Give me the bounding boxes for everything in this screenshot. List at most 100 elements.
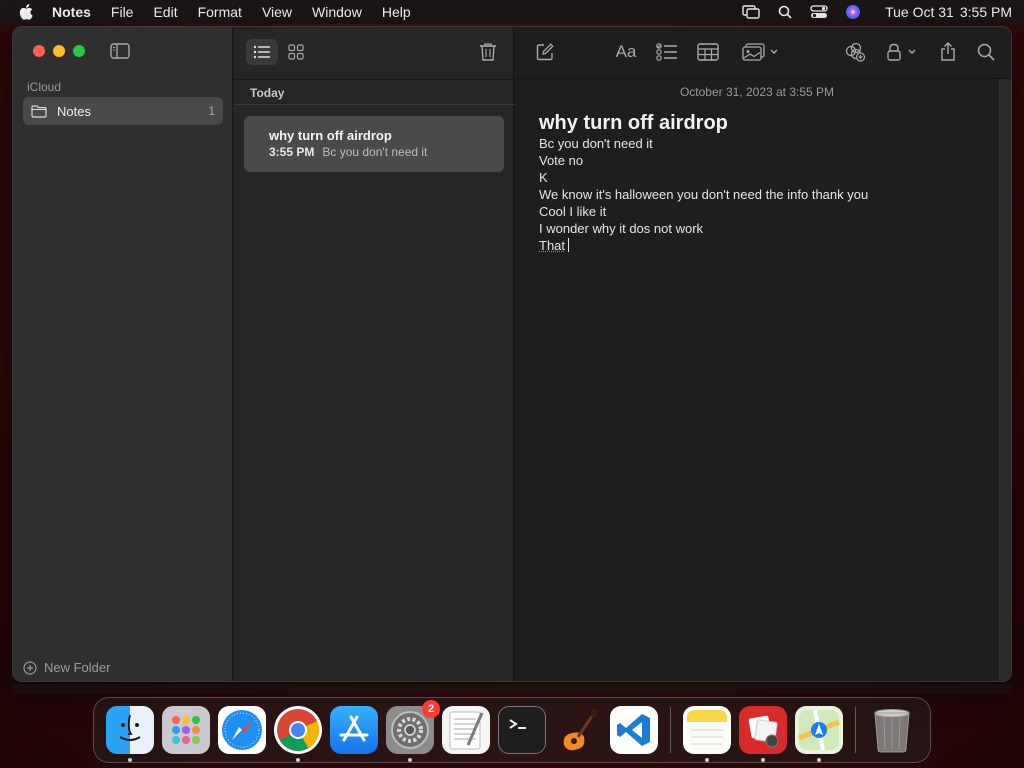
dock-launchpad[interactable] (162, 706, 210, 754)
folder-name: Notes (57, 103, 91, 119)
menu-view[interactable]: View (262, 4, 292, 20)
text-caret (568, 238, 570, 252)
menu-format[interactable]: Format (198, 4, 242, 20)
note-line-text: That (539, 238, 566, 253)
dock-terminal[interactable] (498, 706, 546, 754)
collaborate-icon (845, 42, 866, 62)
menu-clock[interactable]: Tue Oct 31 3:55 PM (879, 4, 1012, 20)
note-line: Cool I like it (539, 204, 607, 219)
running-indicator (705, 758, 709, 762)
share-button[interactable] (937, 40, 959, 64)
search-icon (977, 43, 995, 61)
siri-icon[interactable] (843, 4, 863, 20)
plus-circle-icon (23, 660, 37, 675)
dock-vscode[interactable] (610, 706, 658, 754)
dock-textedit[interactable] (442, 706, 490, 754)
note-body[interactable]: why turn off airdrop Bc you don't need i… (539, 111, 989, 254)
sidebar-folder-notes[interactable]: Notes 1 (23, 97, 223, 125)
note-date: October 31, 2023 at 3:55 PM (679, 85, 835, 99)
checklist-button[interactable] (655, 40, 679, 64)
notes-icon (687, 710, 727, 750)
zoom-window-button[interactable] (73, 45, 85, 57)
note-line-current: That (539, 237, 989, 254)
dock-finder[interactable] (106, 706, 154, 762)
menu-app-notes[interactable]: Notes (52, 4, 91, 20)
close-window-button[interactable] (33, 45, 45, 57)
table-icon (697, 43, 719, 61)
running-indicator (408, 758, 412, 762)
dock-system-settings[interactable]: 2 (386, 700, 440, 762)
menu-window[interactable]: Window (312, 4, 362, 20)
compose-icon (536, 43, 554, 61)
media-insert-button[interactable] (741, 40, 783, 64)
note-line: Vote no (539, 153, 584, 168)
app-store-icon (339, 715, 369, 742)
compose-note-button[interactable] (533, 40, 557, 64)
dock-separator (670, 707, 671, 753)
chrome-icon (277, 709, 320, 752)
note-heading: why turn off airdrop (539, 112, 728, 134)
running-indicator (761, 758, 765, 762)
vscode-icon (617, 714, 650, 746)
dock-app-store[interactable] (330, 706, 378, 754)
gallery-view-button[interactable] (280, 39, 312, 65)
menu-edit[interactable]: Edit (153, 4, 177, 20)
window-controls (33, 45, 93, 57)
note-list-section-today: Today (234, 79, 514, 105)
clock-time: 3:55 PM (959, 4, 1012, 20)
list-view-button[interactable] (246, 39, 278, 65)
note-item-preview: Bc you don't need it (322, 145, 428, 159)
menu-bar: Notes File Edit Format View Window Help … (0, 0, 1024, 24)
minimize-window-button[interactable] (53, 45, 65, 57)
new-folder-button[interactable]: New Folder (23, 660, 110, 675)
running-indicator (296, 758, 300, 762)
maps-icon (798, 709, 840, 751)
window-shadow-strip (12, 684, 1012, 694)
notes-window: iCloud Notes 1 New Folder Today why turn… (12, 26, 1012, 682)
photo-chevron-icon (742, 43, 778, 61)
running-indicator (128, 758, 132, 762)
dock-maps[interactable] (795, 706, 843, 762)
dock-safari[interactable] (218, 706, 266, 754)
dock-trash[interactable] (868, 706, 916, 754)
search-button[interactable] (975, 40, 997, 64)
note-item-title: why turn off airdrop (269, 128, 392, 143)
delete-note-button[interactable] (476, 40, 500, 64)
launchpad-icon (172, 716, 200, 744)
list-icon (253, 45, 270, 59)
table-button[interactable] (695, 40, 721, 64)
trash-icon (480, 43, 496, 61)
grid-icon (288, 44, 304, 60)
sidebar-toggle-icon[interactable] (109, 41, 131, 61)
share-icon (941, 42, 955, 61)
screen-mirroring-icon[interactable] (741, 4, 761, 20)
apple-menu-icon[interactable] (12, 4, 40, 20)
new-folder-label: New Folder (44, 660, 111, 675)
lock-note-button[interactable] (885, 40, 921, 64)
icloud-section-label: iCloud (27, 80, 62, 94)
note-item-meta: 3:55 PM Bc you don't need it (269, 145, 488, 159)
dock-photo-booth[interactable] (739, 706, 787, 762)
editor-scrollbar[interactable] (999, 79, 1011, 681)
terminal-prompt-icon (509, 719, 526, 729)
menu-help[interactable]: Help (382, 4, 411, 20)
textedit-icon (449, 711, 484, 750)
note-item-time: 3:55 PM (269, 145, 315, 159)
notification-badge: 2 (422, 700, 440, 718)
note-list-item[interactable]: why turn off airdrop 3:55 PM Bc you don'… (244, 116, 504, 172)
dock-chrome[interactable] (274, 706, 322, 762)
dock-notes[interactable] (683, 706, 731, 762)
running-indicator (817, 758, 821, 762)
menu-file[interactable]: File (111, 4, 134, 20)
dock-garageband[interactable] (554, 706, 602, 754)
dock-separator (855, 707, 856, 753)
note-line: I wonder why it dos not work (539, 221, 704, 236)
note-editor: Aa October 31, 2023 at 3:55 PM why turn … (515, 27, 1011, 681)
format-text-button[interactable]: Aa (613, 40, 639, 64)
collaborate-button[interactable] (843, 40, 867, 64)
spotlight-search-icon[interactable] (775, 4, 795, 20)
sidebar: iCloud Notes 1 New Folder (13, 27, 233, 681)
control-center-icon[interactable] (809, 4, 829, 20)
dock: 2 (93, 697, 931, 763)
note-line: Bc you don't need it (539, 136, 653, 151)
